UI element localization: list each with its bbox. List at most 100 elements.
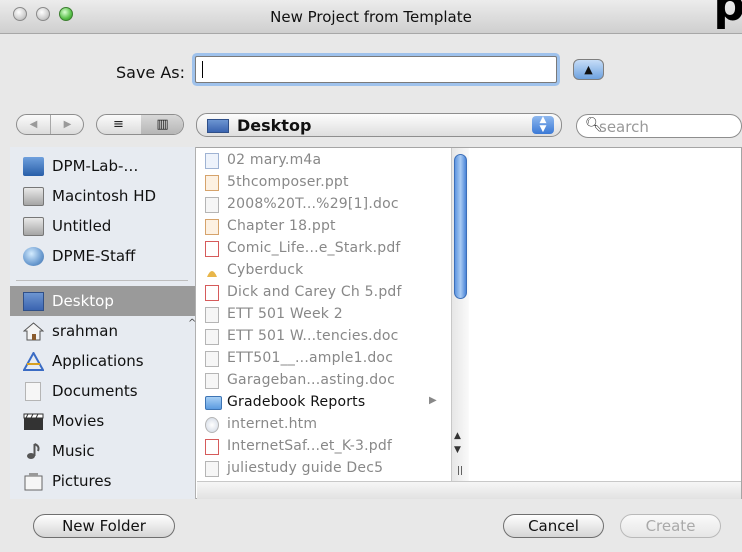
sidebar-item-label: Documents: [52, 382, 138, 400]
file-name: 5thcomposer.ppt: [227, 174, 349, 190]
search-placeholder: search: [599, 118, 649, 136]
network-icon: [23, 157, 44, 176]
file-name: Comic_Life...e_Stark.pdf: [227, 240, 401, 256]
sidebar-item-label: Desktop: [52, 292, 114, 310]
desktop-icon: [207, 119, 229, 133]
scrollbar-thumb[interactable]: [454, 154, 467, 299]
sidebar-item-label: Untitled: [52, 217, 112, 235]
list-item[interactable]: Dick and Carey Ch 5.pdf: [197, 282, 442, 304]
navigation-buttons: ◀ ▶: [16, 114, 84, 135]
save-as-input[interactable]: [195, 56, 557, 83]
file-name: juliestudy guide Dec5: [227, 460, 384, 476]
resize-handle-icon[interactable]: ||: [457, 466, 463, 476]
save-as-label: Save As:: [116, 63, 186, 82]
corner-mark: p: [713, 0, 742, 31]
documents-icon: [25, 382, 41, 401]
sidebar-item-label: Applications: [52, 352, 144, 370]
sidebar-item-music[interactable]: Music: [10, 436, 195, 466]
sidebar-item-pictures[interactable]: Pictures: [10, 466, 195, 496]
music-icon: [27, 443, 40, 459]
list-item[interactable]: internet.htm: [197, 414, 442, 436]
text-caret: [202, 61, 203, 78]
title-bar: New Project from Template: [0, 0, 742, 34]
file-name: Garageban...asting.doc: [227, 372, 395, 388]
column-view-button[interactable]: ▥: [141, 115, 183, 134]
list-item[interactable]: Chapter 18.ppt: [197, 216, 442, 238]
list-item[interactable]: 2008%20T...%29[1].doc: [197, 194, 442, 216]
list-item-folder[interactable]: Gradebook Reports ▶: [197, 392, 442, 414]
back-button[interactable]: ◀: [17, 115, 50, 134]
desktop-icon: [23, 292, 44, 311]
doc-file-icon: [205, 351, 219, 367]
folder-icon: [205, 396, 222, 410]
sidebar-item-srahman[interactable]: srahman: [10, 316, 195, 346]
doc-file-icon: [205, 373, 219, 389]
sidebar-item-dpme-staff[interactable]: DPME-Staff: [10, 241, 195, 271]
disclosure-arrow-icon: ▶: [429, 395, 437, 406]
scroll-up-icon[interactable]: ▲: [454, 431, 461, 441]
sidebar-item-label: DPM-Lab-…: [52, 157, 139, 175]
sidebar-item-label: Movies: [52, 412, 105, 430]
sidebar-item-label: Macintosh HD: [52, 187, 157, 205]
list-item[interactable]: 02 mary.m4a: [197, 150, 442, 172]
cancel-button[interactable]: Cancel: [503, 514, 604, 538]
file-name: InternetSaf...et_K-3.pdf: [227, 438, 393, 454]
new-folder-button[interactable]: New Folder: [33, 514, 175, 538]
file-column: 02 mary.m4a 5thcomposer.ppt 2008%20T...%…: [197, 148, 454, 481]
sidebar-divider: [16, 280, 188, 281]
doc-file-icon: [205, 197, 219, 213]
horizontal-scrollbar[interactable]: [197, 481, 741, 499]
location-popup[interactable]: Desktop ▲ ▼: [196, 113, 562, 137]
sidebar-item-movies[interactable]: Movies: [10, 406, 195, 436]
audio-file-icon: [205, 153, 219, 169]
list-item[interactable]: ETT 501 Week 2: [197, 304, 442, 326]
list-item[interactable]: Comic_Life...e_Stark.pdf: [197, 238, 442, 260]
file-name: internet.htm: [227, 416, 318, 432]
list-item[interactable]: 5thcomposer.ppt: [197, 172, 442, 194]
list-item[interactable]: Garageban...asting.doc: [197, 370, 442, 392]
sidebar-item-untitled[interactable]: Untitled: [10, 211, 195, 241]
list-item[interactable]: Cyberduck: [197, 260, 442, 282]
sidebar-item-desktop[interactable]: Desktop: [10, 286, 195, 316]
sidebar-item-macintosh-hd[interactable]: Macintosh HD: [10, 181, 195, 211]
sidebar: DPM-Lab-… Macintosh HD Untitled DPME-Sta…: [10, 147, 196, 499]
column-view-icon: ▥: [156, 117, 169, 132]
sidebar-scroll-indicator: ^: [188, 318, 197, 329]
vertical-scrollbar[interactable]: ▲ ▼ ||: [451, 148, 469, 481]
list-item[interactable]: juliestudy guide Dec5: [197, 458, 442, 480]
back-arrow-icon: ◀: [29, 119, 38, 130]
applications-icon: [23, 352, 44, 371]
triangle-up-icon: ▲: [584, 63, 593, 76]
file-name: Cyberduck: [227, 262, 304, 278]
scroll-down-icon[interactable]: ▼: [454, 445, 461, 455]
home-icon: [23, 322, 44, 341]
sidebar-item-documents[interactable]: Documents: [10, 376, 195, 406]
sidebar-item-applications[interactable]: Applications: [10, 346, 195, 376]
pictures-icon: [24, 473, 43, 491]
list-item[interactable]: ETT 501 W...tencies.doc: [197, 326, 442, 348]
search-field[interactable]: 🔍︎ search: [576, 114, 742, 138]
file-name: Gradebook Reports: [227, 394, 366, 410]
forward-button[interactable]: ▶: [51, 115, 84, 134]
hard-drive-icon: [23, 187, 44, 206]
list-view-icon: ≡: [113, 117, 124, 132]
ppt-file-icon: [205, 219, 219, 235]
forward-arrow-icon: ▶: [63, 119, 72, 130]
list-view-button[interactable]: ≡: [97, 115, 140, 134]
expand-dialog-button[interactable]: ▲: [573, 59, 604, 80]
file-name: ETT 501 Week 2: [227, 306, 343, 322]
file-name: ETT 501 W...tencies.doc: [227, 328, 399, 344]
create-button[interactable]: Create: [620, 514, 721, 538]
app-icon: [207, 271, 217, 277]
location-label: Desktop: [237, 116, 312, 135]
list-item[interactable]: InternetSaf...et_K-3.pdf: [197, 436, 442, 458]
pdf-file-icon: [205, 439, 219, 455]
doc-file-icon: [205, 461, 219, 477]
server-icon: [23, 247, 44, 266]
sidebar-item-dpm-lab[interactable]: DPM-Lab-…: [10, 151, 195, 181]
file-name: Chapter 18.ppt: [227, 218, 336, 234]
file-name: 02 mary.m4a: [227, 152, 322, 168]
file-name: ETT501__...ample1.doc: [227, 350, 394, 366]
doc-file-icon: [205, 307, 219, 323]
list-item[interactable]: ETT501__...ample1.doc: [197, 348, 442, 370]
